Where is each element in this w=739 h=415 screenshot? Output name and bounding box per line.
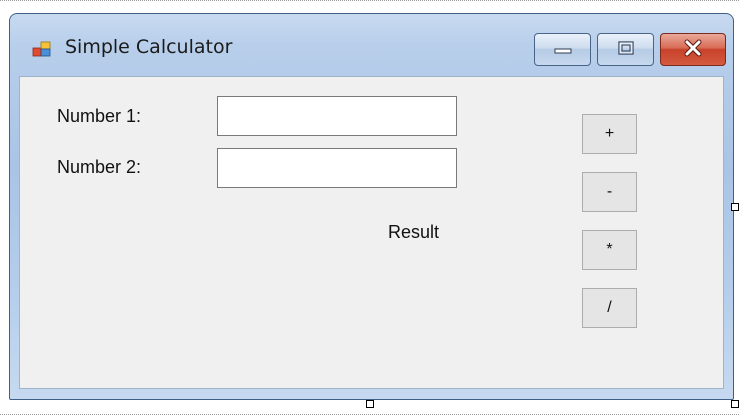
calculator-window: Simple Calculator Number 1: Number 2: Re… bbox=[9, 13, 734, 400]
number1-input[interactable] bbox=[217, 96, 457, 136]
result-label: Result bbox=[388, 222, 440, 242]
add-button[interactable]: + bbox=[582, 114, 637, 154]
form-client-area: Number 1: Number 2: Result + - * / bbox=[19, 76, 724, 389]
minimize-button[interactable] bbox=[534, 33, 591, 66]
subtract-button[interactable]: - bbox=[582, 172, 637, 212]
maximize-icon bbox=[617, 40, 635, 60]
number1-label: Number 1: bbox=[57, 106, 142, 126]
title-bar[interactable]: Simple Calculator bbox=[10, 14, 733, 76]
close-icon bbox=[683, 39, 703, 61]
app-window-icon bbox=[32, 41, 52, 59]
resize-handle-corner[interactable] bbox=[731, 400, 739, 408]
window-title: Simple Calculator bbox=[65, 36, 233, 58]
minimize-icon bbox=[553, 40, 573, 59]
multiply-button[interactable]: * bbox=[582, 230, 637, 270]
resize-handle-bottom[interactable] bbox=[366, 400, 374, 408]
number2-label: Number 2: bbox=[57, 157, 142, 177]
resize-handle-right[interactable] bbox=[731, 203, 739, 211]
maximize-button[interactable] bbox=[597, 33, 654, 66]
caption-buttons bbox=[528, 33, 726, 66]
divide-button[interactable]: / bbox=[582, 288, 637, 328]
number2-input[interactable] bbox=[217, 148, 457, 188]
close-button[interactable] bbox=[660, 33, 726, 66]
